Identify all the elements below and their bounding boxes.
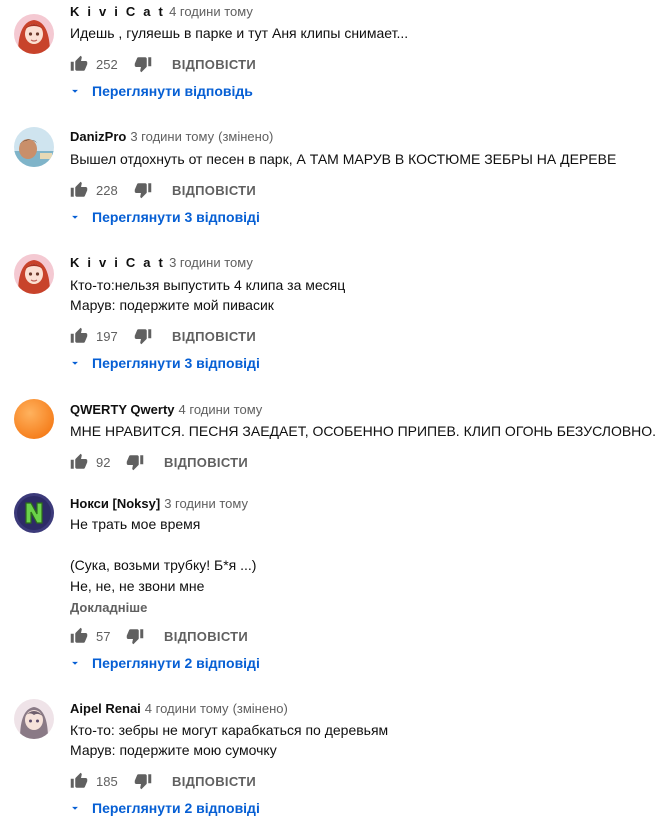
dislike-icon[interactable] <box>126 453 144 471</box>
comment-text-line: Кто-то:нельзя выпустить 4 клипа за месяц <box>70 277 346 293</box>
comment-timestamp[interactable]: 3 години тому <box>130 129 214 144</box>
view-replies-label: Переглянути 2 відповіді <box>92 800 260 816</box>
view-replies-label: Переглянути відповідь <box>92 83 253 99</box>
like-icon[interactable] <box>70 453 88 471</box>
comment-text-line: Вышел отдохнуть от песен в парк, А ТАМ М… <box>70 151 617 167</box>
like-count: 185 <box>96 773 118 789</box>
reply-button[interactable]: ВІДПОВІСТИ <box>164 629 248 644</box>
comment-text-line: (Сука, возьми трубку! Б*я ...) <box>70 557 257 573</box>
comment-timestamp[interactable]: 3 години тому <box>169 255 253 270</box>
like-icon[interactable] <box>70 627 88 645</box>
chevron-down-icon <box>68 84 82 98</box>
comment-actions: 92 ВІДПОВІСТИ <box>70 450 248 474</box>
comment-actions: 185 ВІДПОВІСТИ <box>70 769 256 793</box>
author-name[interactable]: K i v i C a t <box>70 4 165 19</box>
view-replies-label: Переглянути 3 відповіді <box>92 355 260 371</box>
like-count: 197 <box>96 328 118 344</box>
view-replies-button[interactable]: Переглянути 3 відповіді <box>68 352 260 374</box>
like-icon[interactable] <box>70 55 88 73</box>
reply-button[interactable]: ВІДПОВІСТИ <box>172 774 256 789</box>
comment-timestamp[interactable]: 4 години тому <box>179 402 263 417</box>
comment-actions: 228 ВІДПОВІСТИ <box>70 178 256 202</box>
author-name[interactable]: Aipel Renai <box>70 701 141 716</box>
avatar[interactable] <box>14 14 54 54</box>
view-replies-button[interactable]: Переглянути 3 відповіді <box>68 206 260 228</box>
reply-button[interactable]: ВІДПОВІСТИ <box>172 329 256 344</box>
dislike-icon[interactable] <box>134 327 152 345</box>
like-icon[interactable] <box>70 772 88 790</box>
comment-text-line: Кто-то: зебры не могут карабкаться по де… <box>70 722 389 738</box>
dislike-icon[interactable] <box>134 772 152 790</box>
chevron-down-icon <box>68 210 82 224</box>
author-name[interactable]: DanizPro <box>70 129 126 144</box>
dislike-icon[interactable] <box>134 55 152 73</box>
dislike-icon[interactable] <box>126 627 144 645</box>
comment-header: QWERTY Qwerty 4 години тому <box>70 402 262 417</box>
like-icon[interactable] <box>70 181 88 199</box>
avatar[interactable] <box>14 399 54 439</box>
like-count: 92 <box>96 454 111 470</box>
comment-text-line: Марув: подержите мою сумочку <box>70 742 277 758</box>
view-replies-button[interactable]: Переглянути 2 відповіді <box>68 797 260 819</box>
chevron-down-icon <box>68 801 82 815</box>
avatar[interactable] <box>14 493 54 533</box>
avatar[interactable] <box>14 699 54 739</box>
comment-header: Нокси [Noksy] 3 години тому <box>70 496 248 511</box>
author-name[interactable]: K i v i C a t <box>70 255 165 270</box>
comment-header: DanizPro 3 години тому (змінено) <box>70 129 273 144</box>
avatar[interactable] <box>14 127 54 167</box>
comment-actions: 57 ВІДПОВІСТИ <box>70 624 248 648</box>
view-replies-button[interactable]: Переглянути 2 відповіді <box>68 652 260 674</box>
reply-button[interactable]: ВІДПОВІСТИ <box>172 57 256 72</box>
comment-header: K i v i C a t 4 години тому <box>70 4 253 19</box>
comment-text-line: Марув: подержите мой пивасик <box>70 297 274 313</box>
reply-button[interactable]: ВІДПОВІСТИ <box>172 183 256 198</box>
comment-text-line: Не, не, не звони мне <box>70 577 205 594</box>
comment-header: K i v i C a t 3 години тому <box>70 255 253 270</box>
edited-label: (змінено) <box>218 129 274 144</box>
view-replies-button[interactable]: Переглянути відповідь <box>68 80 253 102</box>
comment-actions: 197 ВІДПОВІСТИ <box>70 324 256 348</box>
view-replies-label: Переглянути 2 відповіді <box>92 655 260 671</box>
avatar[interactable] <box>14 254 54 294</box>
comment-text-line: МНЕ НРАВИТСЯ. ПЕСНЯ ЗАЕДАЕТ, ОСОБЕННО ПР… <box>70 423 657 439</box>
like-count: 228 <box>96 182 118 198</box>
edited-label: (змінено) <box>232 701 288 716</box>
read-more-link[interactable]: Докладніше <box>70 600 147 615</box>
dislike-icon[interactable] <box>134 181 152 199</box>
reply-button[interactable]: ВІДПОВІСТИ <box>164 455 248 470</box>
comment-header: Aipel Renai 4 години тому (змінено) <box>70 701 288 716</box>
like-count: 252 <box>96 56 118 72</box>
comment-text-line: Идешь , гуляешь в парке и тут Аня клипы … <box>70 25 409 41</box>
like-count: 57 <box>96 628 111 644</box>
comment-actions: 252 ВІДПОВІСТИ <box>70 52 256 76</box>
like-icon[interactable] <box>70 327 88 345</box>
author-name[interactable]: QWERTY Qwerty <box>70 402 175 417</box>
comment-timestamp[interactable]: 3 години тому <box>164 496 248 511</box>
comment-timestamp[interactable]: 4 години тому <box>169 4 253 19</box>
chevron-down-icon <box>68 356 82 370</box>
comment-text-line: Не трать мое время <box>70 516 201 532</box>
comment-timestamp[interactable]: 4 години тому <box>145 701 229 716</box>
author-name[interactable]: Нокси [Noksy] <box>70 496 160 511</box>
view-replies-label: Переглянути 3 відповіді <box>92 209 260 225</box>
chevron-down-icon <box>68 656 82 670</box>
